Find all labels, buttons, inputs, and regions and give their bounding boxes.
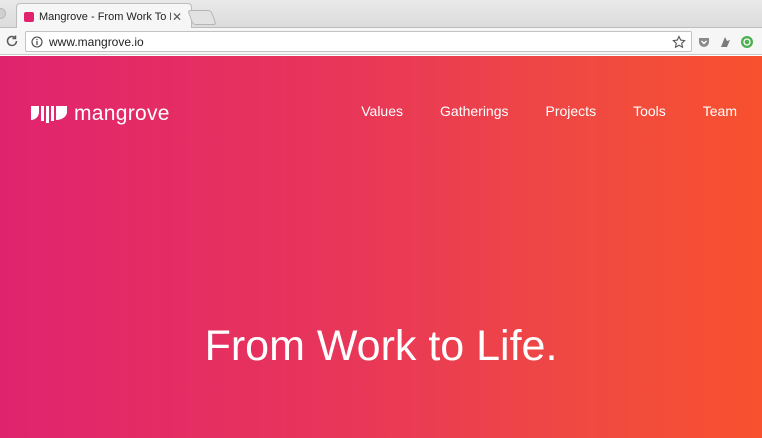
url-text[interactable]: www.mangrove.io [49, 35, 672, 49]
window-close-button[interactable] [0, 8, 6, 19]
main-nav: Values Gatherings Projects Tools Team [324, 103, 737, 119]
tab-close-icon[interactable]: ✕ [171, 10, 183, 24]
info-icon[interactable] [31, 35, 43, 48]
tab-title: Mangrove - From Work To Life [39, 10, 171, 23]
new-tab-button[interactable] [187, 10, 217, 25]
nav-team[interactable]: Team [703, 103, 737, 119]
mangrove-logo-icon [31, 105, 67, 123]
hero-section: mangrove Values Gatherings Projects Tool… [0, 56, 762, 438]
nav-gatherings[interactable]: Gatherings [440, 103, 508, 119]
browser-tab[interactable]: Mangrove - From Work To Life ✕ [16, 3, 192, 29]
address-bar[interactable]: www.mangrove.io [25, 31, 692, 52]
logo-text: mangrove [74, 102, 170, 125]
hero-headline: From Work to Life. [204, 322, 558, 370]
site-logo[interactable]: mangrove [31, 102, 170, 126]
nav-projects[interactable]: Projects [546, 103, 597, 119]
favicon-icon [24, 12, 34, 22]
pocket-extension-icon[interactable] [697, 35, 711, 49]
nav-values[interactable]: Values [361, 103, 403, 119]
nav-tools[interactable]: Tools [633, 103, 666, 119]
extension-icon[interactable] [718, 35, 732, 49]
reload-icon[interactable] [5, 34, 19, 48]
tab-strip: Mangrove - From Work To Life ✕ [0, 0, 762, 29]
bookmark-star-icon[interactable] [672, 34, 686, 49]
green-extension-icon[interactable] [740, 35, 754, 49]
browser-toolbar: www.mangrove.io [0, 28, 762, 55]
